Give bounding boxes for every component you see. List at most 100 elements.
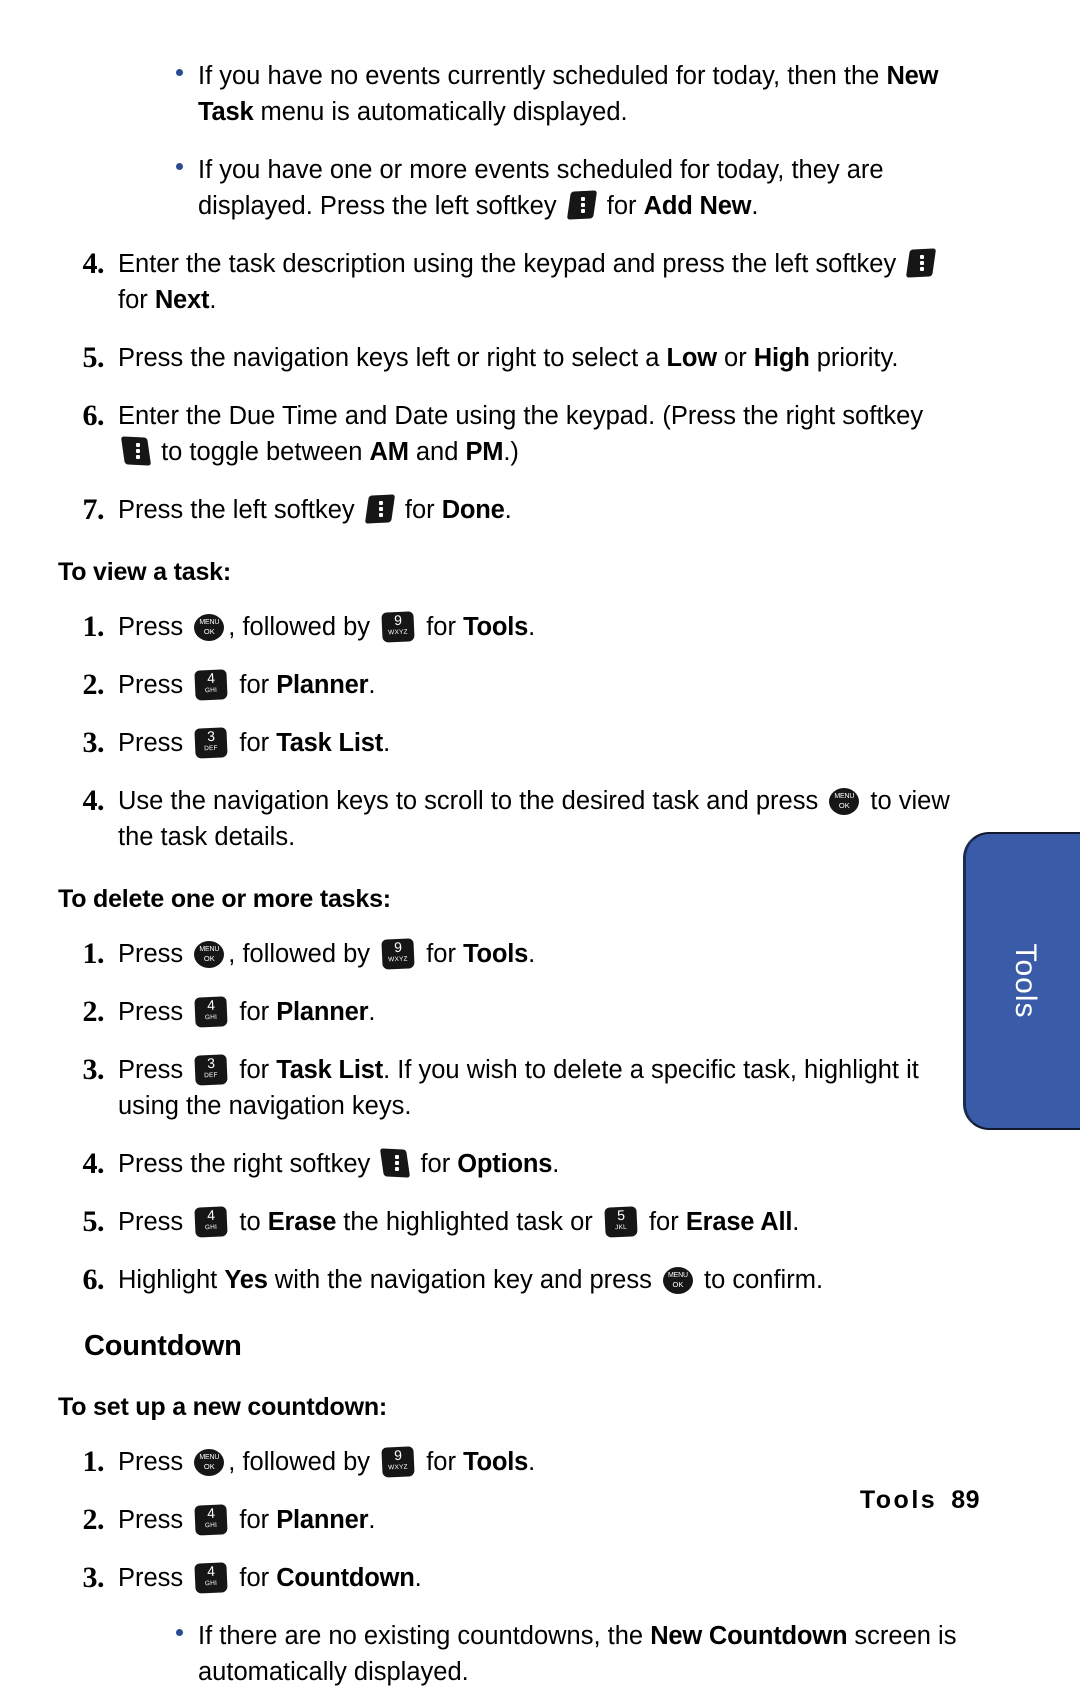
step-text: Press the right softkey for Options. xyxy=(118,1148,560,1178)
bullet-item: If there are no existing countdowns, the… xyxy=(58,1618,958,1690)
heading-to-delete-tasks: To delete one or more tasks: xyxy=(58,885,391,913)
left-softkey-icon xyxy=(364,494,395,524)
emphasis-text: New Countdown xyxy=(650,1622,848,1650)
step-number: 1. xyxy=(82,937,105,970)
emphasis-text: Planner xyxy=(276,671,369,699)
right-softkey-icon xyxy=(120,436,152,466)
step-text: Press 4 GHI for Countdown. xyxy=(118,1562,422,1594)
emphasis-text: Task List xyxy=(276,1056,384,1084)
emphasis-text: Countdown xyxy=(276,1564,415,1592)
emphasis-text: Tools xyxy=(463,940,529,968)
emphasis-text: Planner xyxy=(276,1506,369,1534)
left-softkey-icon xyxy=(906,248,937,278)
step-number: 1. xyxy=(82,610,105,643)
keypad-9-key-icon: 9 WXYZ xyxy=(381,611,415,643)
step-number: 1. xyxy=(82,1445,105,1478)
numbered-step: 2. Press 4 GHI for Planner. xyxy=(58,667,958,703)
step-text: Press MENU OK, followed by 9 WXYZ for Tool… xyxy=(118,938,536,970)
page-content: If you have no events currently schedule… xyxy=(58,36,958,1690)
step-number: 2. xyxy=(82,995,105,1028)
step-number: 3. xyxy=(82,1053,105,1086)
left-softkey-icon xyxy=(566,190,597,220)
step-text: Press 4 GHI to Erase the highlighted task… xyxy=(118,1206,800,1238)
numbered-step: 4. Press the right softkey for Options. xyxy=(58,1146,958,1182)
numbered-step: 6. Highlight Yes with the navigation key … xyxy=(58,1262,958,1298)
page-footer: Tools 89 xyxy=(860,1486,980,1515)
manual-page: Tools If you have no events currently sc… xyxy=(0,0,1080,1686)
emphasis-text: Erase xyxy=(267,1208,337,1236)
keypad-5-key-icon: 5 JKL xyxy=(604,1206,638,1238)
keypad-9-key-icon: 9 WXYZ xyxy=(381,938,415,970)
emphasis-text: Next xyxy=(154,286,210,314)
heading-countdown: Countdown xyxy=(84,1330,242,1362)
step-text: Press 4 GHI for Planner. xyxy=(118,996,376,1028)
keypad-4-key-icon: 4 GHI xyxy=(194,1504,228,1536)
menu-ok-key-icon: MENU OK xyxy=(194,1449,225,1476)
numbered-step: 7. Press the left softkey for Done. xyxy=(58,492,958,528)
menu-ok-key-icon: MENU OK xyxy=(194,941,225,968)
step-number: 3. xyxy=(82,1561,105,1594)
menu-ok-key-icon: MENU OK xyxy=(194,614,225,641)
numbered-step: 3. Press 4 GHI for Countdown. xyxy=(58,1560,958,1596)
side-tab-tools: Tools xyxy=(963,832,1080,1130)
emphasis-text: Yes xyxy=(224,1266,268,1294)
step-number: 6. xyxy=(82,1263,105,1296)
numbered-step: 6. Enter the Due Time and Date using the … xyxy=(58,398,958,470)
emphasis-text: High xyxy=(753,344,810,372)
step-text: Press MENU OK, followed by 9 WXYZ for Tool… xyxy=(118,611,536,643)
bullet-dot-icon xyxy=(176,152,198,170)
step-number: 5. xyxy=(82,1205,105,1238)
keypad-4-key-icon: 4 GHI xyxy=(194,1206,228,1238)
step-text: Press the navigation keys left or right … xyxy=(118,344,899,372)
numbered-step: 5. Press the navigation keys left or righ… xyxy=(58,340,958,376)
step-number: 7. xyxy=(82,493,105,526)
numbered-step: 1. Press MENU OK, followed by 9 WXYZ for To… xyxy=(58,609,958,645)
emphasis-text: Low xyxy=(666,344,718,372)
heading-to-view-a-task: To view a task: xyxy=(58,558,231,586)
step-text: Press 3 DEF for Task List. If you wish to… xyxy=(118,1054,919,1120)
bullet-dot-icon xyxy=(176,1618,198,1636)
emphasis-text: PM xyxy=(465,438,504,466)
step-number: 2. xyxy=(82,668,105,701)
keypad-4-key-icon: 4 GHI xyxy=(194,669,228,701)
emphasis-text: Erase All xyxy=(685,1208,793,1236)
step-number: 4. xyxy=(82,1147,105,1180)
heading-to-set-up-new-countdown: To set up a new countdown: xyxy=(58,1393,388,1421)
side-tab-label: Tools xyxy=(1008,943,1042,1019)
numbered-step: 5. Press 4 GHI to Erase the highlighted ta… xyxy=(58,1204,958,1240)
delete-tasks-steps-list: 1. Press MENU OK, followed by 9 WXYZ for To… xyxy=(58,936,958,1298)
keypad-3-key-icon: 3 DEF xyxy=(194,727,228,759)
step-number: 4. xyxy=(82,247,105,280)
bullet-item: If you have one or more events scheduled… xyxy=(58,152,958,224)
step-text: Press MENU OK, followed by 9 WXYZ for Tool… xyxy=(118,1446,536,1478)
keypad-9-key-icon: 9 WXYZ xyxy=(381,1446,415,1478)
bullet-item: If you have no events currently schedule… xyxy=(58,58,958,130)
bullet-text: If you have one or more events scheduled… xyxy=(198,156,884,220)
view-task-steps-list: 1. Press MENU OK, followed by 9 WXYZ for To… xyxy=(58,609,958,855)
keypad-3-key-icon: 3 DEF xyxy=(194,1054,228,1086)
keypad-4-key-icon: 4 GHI xyxy=(194,1562,228,1594)
emphasis-text: Tools xyxy=(463,613,529,641)
emphasis-text: Add New xyxy=(643,192,752,220)
emphasis-text: Task List xyxy=(276,729,384,757)
bullet-text: If you have no events currently schedule… xyxy=(198,62,939,126)
menu-ok-key-icon: MENU OK xyxy=(662,1267,693,1294)
keypad-4-key-icon: 4 GHI xyxy=(194,996,228,1028)
step-text: Highlight Yes with the navigation key an… xyxy=(118,1266,824,1294)
footer-section-label: Tools xyxy=(859,1486,938,1514)
numbered-step: 4. Use the navigation keys to scroll to t… xyxy=(58,783,958,855)
emphasis-text: Done xyxy=(441,496,505,524)
emphasis-text: New Task xyxy=(198,62,939,126)
countdown-bullet-list: If there are no existing countdowns, the… xyxy=(58,1618,958,1690)
top-bullet-list: If you have no events currently schedule… xyxy=(58,58,958,224)
step-number: 6. xyxy=(82,399,105,432)
numbered-step: 1. Press MENU OK, followed by 9 WXYZ for To… xyxy=(58,936,958,972)
numbered-step: 4. Enter the task description using the k… xyxy=(58,246,958,318)
step-number: 4. xyxy=(82,784,105,817)
step-number: 3. xyxy=(82,726,105,759)
step-number: 5. xyxy=(82,341,105,374)
step-text: Enter the Due Time and Date using the ke… xyxy=(118,402,924,466)
emphasis-text: AM xyxy=(369,438,409,466)
bullet-dot-icon xyxy=(176,58,198,76)
numbered-step: 3. Press 3 DEF for Task List. xyxy=(58,725,958,761)
